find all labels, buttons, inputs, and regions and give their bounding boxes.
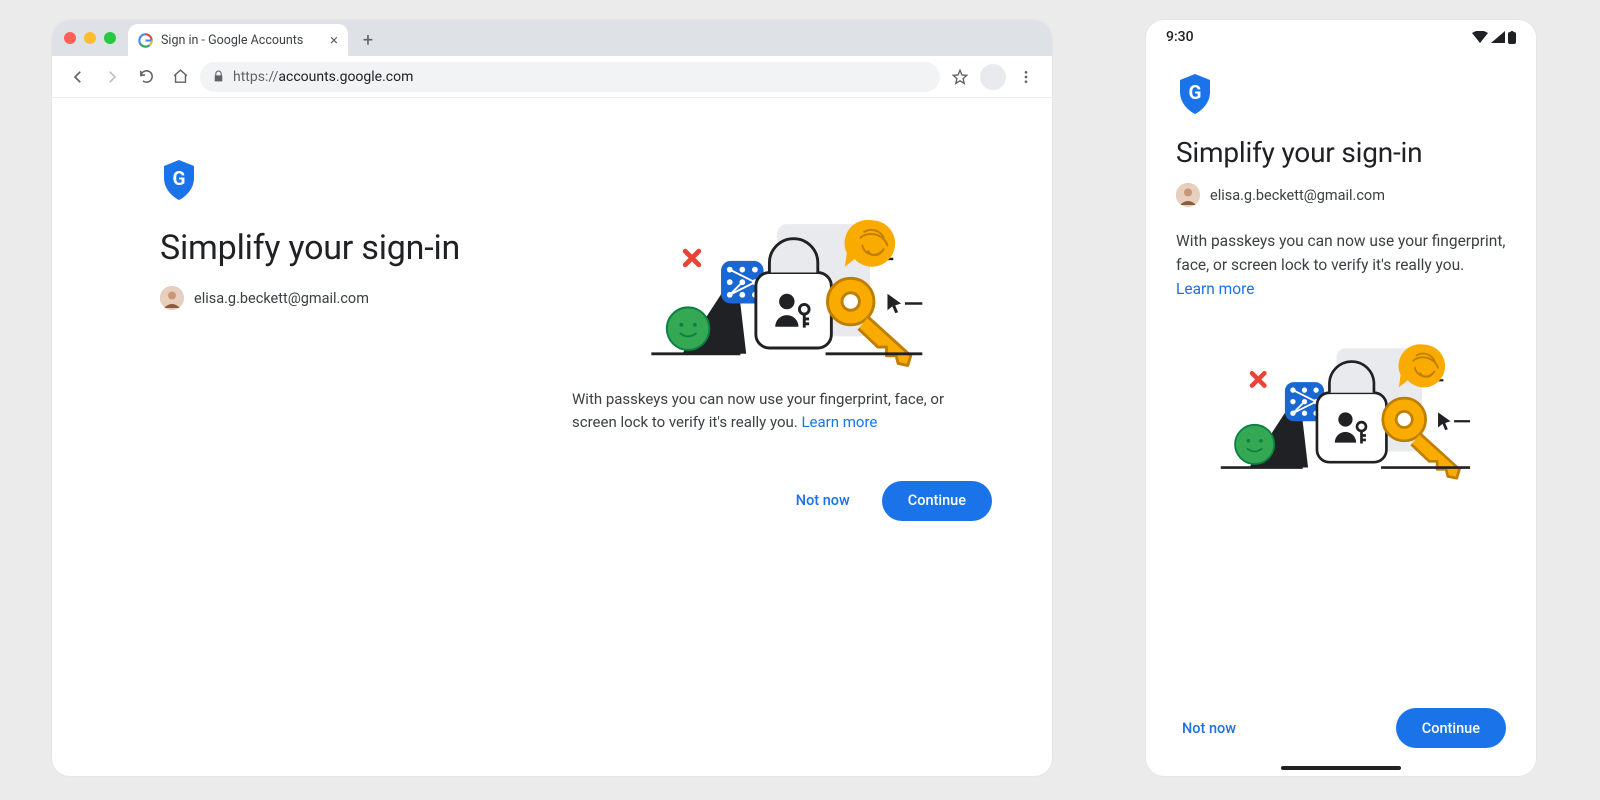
google-shield-icon: [160, 158, 198, 202]
account-chip[interactable]: elisa.g.beckett@gmail.com: [1176, 183, 1506, 207]
status-bar: 9:30: [1146, 20, 1536, 54]
tab-strip: Sign in - Google Accounts × +: [52, 20, 1052, 56]
continue-button[interactable]: Continue: [1396, 708, 1506, 748]
window-controls: [62, 20, 122, 56]
avatar-icon: [160, 286, 184, 310]
passkey-illustration: [632, 208, 932, 368]
learn-more-link[interactable]: Learn more: [801, 413, 877, 431]
bookmark-button[interactable]: [946, 63, 974, 91]
page-content: Simplify your sign-in elisa.g.beckett@gm…: [52, 98, 1052, 776]
status-icons: [1472, 31, 1516, 44]
account-email: elisa.g.beckett@gmail.com: [1210, 187, 1385, 204]
new-tab-button[interactable]: +: [354, 26, 382, 54]
browser-menu-button[interactable]: [1012, 63, 1040, 91]
continue-button[interactable]: Continue: [882, 481, 992, 521]
back-button[interactable]: [64, 63, 92, 91]
browser-window: Sign in - Google Accounts × + https://ac…: [52, 20, 1052, 776]
browser-toolbar: https://accounts.google.com: [52, 56, 1052, 98]
phone-content: Simplify your sign-in elisa.g.beckett@gm…: [1146, 54, 1536, 776]
close-window-button[interactable]: [64, 32, 76, 44]
profile-button[interactable]: [980, 64, 1006, 90]
description-text: With passkeys you can now use your finge…: [572, 388, 992, 435]
tab-title: Sign in - Google Accounts: [161, 33, 303, 48]
lock-icon: [212, 70, 225, 83]
status-time: 9:30: [1166, 29, 1194, 45]
page-heading: Simplify your sign-in: [1176, 136, 1506, 169]
description-text: With passkeys you can now use your finge…: [1176, 229, 1506, 301]
action-row: Not now Continue: [1176, 708, 1506, 748]
minimize-window-button[interactable]: [84, 32, 96, 44]
signal-icon: [1491, 31, 1505, 43]
reload-button[interactable]: [132, 63, 160, 91]
wifi-icon: [1472, 31, 1488, 43]
forward-button[interactable]: [98, 63, 126, 91]
home-indicator[interactable]: [1281, 766, 1401, 770]
google-favicon-icon: [138, 33, 153, 48]
action-row: Not now Continue: [572, 481, 992, 521]
maximize-window-button[interactable]: [104, 32, 116, 44]
account-email: elisa.g.beckett@gmail.com: [194, 290, 369, 307]
battery-icon: [1508, 31, 1516, 44]
google-shield-icon: [1176, 72, 1214, 116]
browser-tab[interactable]: Sign in - Google Accounts ×: [128, 24, 348, 56]
url-text: https://accounts.google.com: [233, 69, 413, 85]
address-bar[interactable]: https://accounts.google.com: [200, 62, 940, 92]
right-column: With passkeys you can now use your finge…: [572, 208, 992, 521]
passkey-illustration: [1203, 333, 1479, 480]
not-now-button[interactable]: Not now: [790, 491, 856, 510]
avatar-icon: [1176, 183, 1200, 207]
not-now-button[interactable]: Not now: [1176, 719, 1242, 738]
home-button[interactable]: [166, 63, 194, 91]
close-tab-button[interactable]: ×: [330, 33, 338, 48]
learn-more-link[interactable]: Learn more: [1176, 280, 1254, 298]
phone-frame: 9:30 Simplify your sign-in elisa.g.becke…: [1146, 20, 1536, 776]
